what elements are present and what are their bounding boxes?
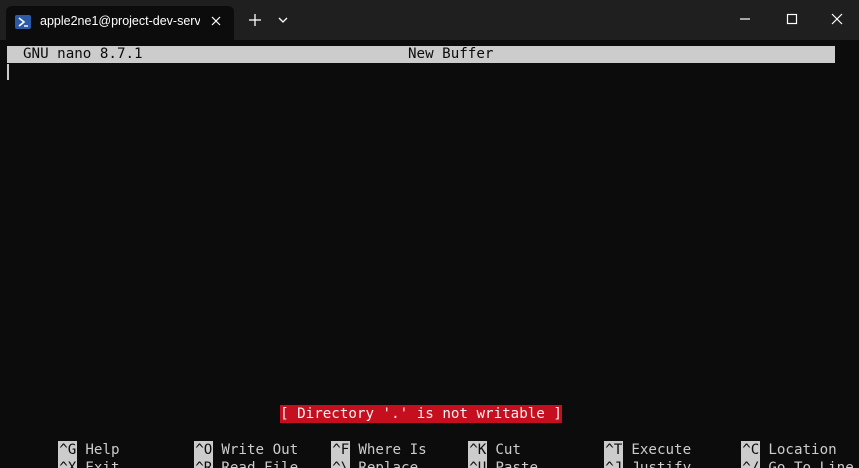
tab-title: apple2ne1@project-dev-serve [40, 14, 200, 28]
shortcut-go-to-line[interactable]: ^/ Go To Line [690, 441, 854, 468]
shortcut-key: ^J [604, 459, 624, 468]
new-tab-plus-icon[interactable] [245, 10, 265, 30]
chevron-down-icon[interactable] [273, 10, 293, 30]
shortcut-paste[interactable]: ^U Paste [417, 441, 538, 468]
powershell-icon [15, 15, 31, 29]
shortcut-label: Justify [631, 460, 692, 468]
shortcut-label: Exit [85, 460, 120, 468]
terminal-tab[interactable]: apple2ne1@project-dev-serve [6, 6, 234, 40]
shortcut-key: ^X [58, 459, 78, 468]
buffer-name: New Buffer [408, 46, 494, 62]
shortcut-label: Paste [495, 460, 539, 468]
shortcut-read-file[interactable]: ^R Read File [143, 441, 298, 468]
shortcut-where-is[interactable]: ^F Where Is [280, 423, 427, 459]
shortcut-justify[interactable]: ^J Justify [553, 441, 691, 468]
terminal-content[interactable]: GNU nano 8.7.1 New Buffer [ Directory '.… [0, 40, 859, 468]
minimize-icon[interactable] [735, 10, 755, 30]
nano-header-bar: GNU nano 8.7.1 New Buffer [7, 46, 835, 63]
shortcut-write-out[interactable]: ^O Write Out [143, 423, 298, 459]
status-message: [ Directory '.' is not writable ] [280, 405, 562, 423]
shortcut-help[interactable]: ^G Help [7, 423, 120, 459]
shortcut-key: ^R [194, 459, 214, 468]
terminal-window: apple2ne1@project-dev-serve GNU nano 8.7… [0, 0, 859, 468]
shortcut-location[interactable]: ^C Location [690, 423, 837, 459]
close-window-icon[interactable] [827, 10, 847, 30]
shortcut-key: ^\ [331, 459, 351, 468]
close-tab-icon[interactable] [208, 13, 224, 29]
shortcut-key: ^/ [741, 459, 761, 468]
shortcut-replace[interactable]: ^\ Replace [280, 441, 418, 468]
shortcut-label: Go To Line [768, 460, 854, 468]
shortcut-exit[interactable]: ^X Exit [7, 441, 120, 468]
shortcut-key: ^U [468, 459, 488, 468]
nano-version: GNU nano 8.7.1 [23, 46, 143, 62]
shortcut-execute[interactable]: ^T Execute [553, 423, 691, 459]
shortcut-cut[interactable]: ^K Cut [417, 423, 521, 459]
shortcut-label: Replace [358, 460, 419, 468]
title-bar: apple2ne1@project-dev-serve [0, 0, 859, 40]
text-cursor [7, 64, 9, 80]
maximize-icon[interactable] [782, 10, 802, 30]
